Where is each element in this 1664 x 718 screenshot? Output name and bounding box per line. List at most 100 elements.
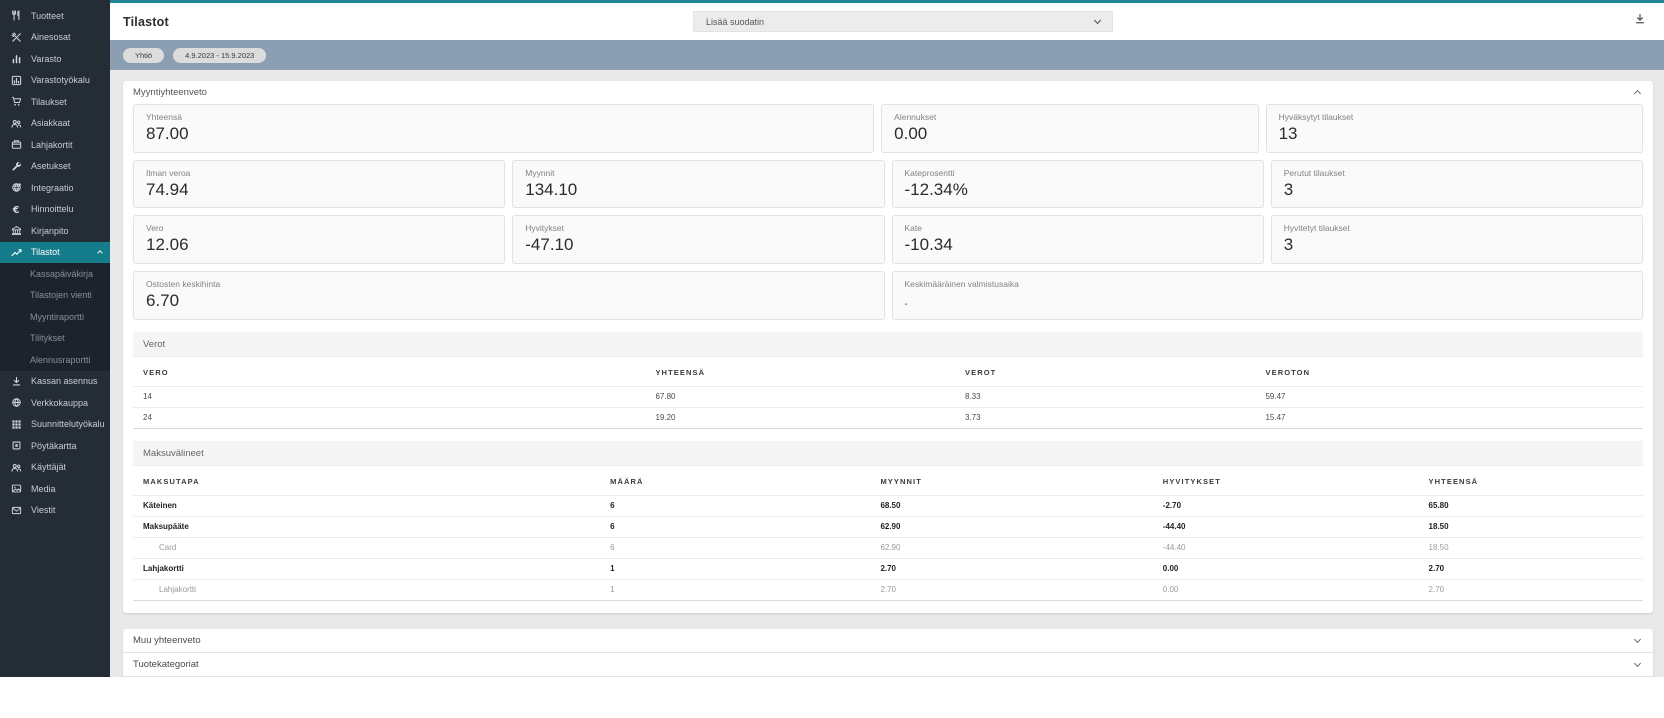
sidebar-item-asiakkaat[interactable]: Asiakkaat: [0, 113, 110, 135]
section-title: Myyntiyhteenveto: [133, 87, 207, 98]
kpi-label: Ostosten keskihinta: [146, 279, 221, 290]
kpi-card-keskimaarainen-valmistusaika: Keskimääräinen valmistusaika -: [891, 271, 1643, 320]
sidebar-item-label: Ainesosat: [31, 32, 71, 43]
filter-chip-company[interactable]: Yhtiö: [123, 47, 165, 63]
sidebar-item-viestit[interactable]: Viestit: [0, 500, 110, 522]
sidebar-subitem-label: Myyntiraportti: [30, 311, 85, 322]
cell: 6: [610, 494, 881, 517]
sidebar-item-ainesosat[interactable]: Ainesosat: [0, 27, 110, 49]
sidebar-item-varastotyokalu[interactable]: Varastotyökalu: [0, 70, 110, 92]
users-icon: [10, 118, 22, 129]
sidebar-item-kirjanpito[interactable]: Kirjanpito: [0, 220, 110, 242]
sidebar-subitem-myyntiraportti[interactable]: Myyntiraportti: [0, 306, 110, 328]
main-area: Tilastot Lisää suodatin Yhtiö 4.9.2023 -…: [110, 0, 1664, 677]
kpi-card-kateprosentti: Kateprosentti -12.34%: [891, 159, 1264, 209]
bar-chart-icon: [10, 53, 22, 64]
filter-chip-daterange[interactable]: 4.9.2023 - 15.9.2023: [173, 47, 267, 63]
sidebar-item-suunnittelutyokalu[interactable]: Suunnittelutyökalu: [0, 414, 110, 436]
sidebar-item-poytakartta[interactable]: Pöytäkartta: [0, 435, 110, 457]
column-header: MYYNNIT: [880, 476, 922, 486]
column-header: VEROT: [965, 367, 997, 377]
section-header-muu-yhteenveto[interactable]: Muu yhteenveto: [123, 628, 1653, 653]
sidebar-subitem-tilastojen-vienti[interactable]: Tilastojen vienti: [0, 285, 110, 307]
cell: 3.73: [965, 406, 1266, 429]
integration-globe-icon: [10, 182, 22, 193]
section-title: Muu yhteenveto: [133, 635, 201, 646]
filter-dropdown[interactable]: Lisää suodatin: [693, 11, 1113, 32]
sidebar-item-label: Varastotyökalu: [31, 75, 90, 86]
sidebar-item-kassan-asennus[interactable]: Kassan asennus: [0, 371, 110, 393]
chevron-up-icon: [97, 250, 103, 257]
wrench-icon: [10, 161, 22, 172]
kpi-card-ilman-veroa: Ilman veroa 74.94: [133, 159, 506, 209]
cell: 2.70: [1428, 557, 1643, 580]
kpi-value: 0.00: [894, 124, 928, 143]
image-icon: [10, 483, 22, 494]
sidebar-subitem-label: Tilitykset: [30, 333, 65, 344]
cell: -44.40: [1162, 515, 1429, 538]
table-row: 14 67.80 8.33 59.47: [133, 385, 1643, 408]
page-title: Tilastot: [123, 14, 169, 29]
kpi-value: 12.06: [146, 235, 189, 255]
section-header-myyntiyhteenveto[interactable]: Myyntiyhteenveto: [133, 81, 1643, 104]
svg-text:€: €: [11, 205, 19, 215]
kpi-value: 3: [1283, 235, 1294, 255]
filter-dropdown-label: Lisää suodatin: [706, 16, 765, 27]
taxes-section-title: Verot: [133, 331, 1643, 357]
kpi-value: 6.70: [146, 291, 180, 311]
sidebar-item-label: Asetukset: [31, 161, 71, 172]
cell: 62.90: [880, 536, 1163, 559]
kpi-label: Alennukset: [894, 112, 937, 122]
cell: 2.70: [880, 578, 1163, 601]
sidebar-subitem-label: Alennusraportti: [30, 354, 91, 365]
sidebar-item-integraatio[interactable]: Integraatio: [0, 177, 110, 199]
sidebar-item-varasto[interactable]: Varasto: [0, 48, 110, 70]
kpi-value: 134.10: [525, 179, 578, 199]
cell: 24: [133, 406, 656, 429]
app-window: Tuotteet Ainesosat Varasto Varastotyökal…: [0, 0, 1664, 677]
cell: 6: [610, 515, 881, 538]
column-header: MAKSUTAPA: [143, 476, 200, 486]
sidebar-item-verkkokauppa[interactable]: Verkkokauppa: [0, 392, 110, 414]
sidebar-subitem-kassapaivakirja[interactable]: Kassapäiväkirja: [0, 263, 110, 285]
cell: Card: [133, 536, 611, 559]
cart-icon: [10, 96, 22, 107]
sidebar-subitem-tilitykset[interactable]: Tilitykset: [0, 328, 110, 350]
column-header: HYVITYKSET: [1162, 476, 1221, 486]
sidebar-item-hinnoittelu[interactable]: € Hinnoittelu: [0, 199, 110, 221]
cell: Käteinen: [133, 494, 611, 517]
kpi-value: -: [904, 299, 908, 311]
sidebar-item-kayttajat[interactable]: Käyttäjät: [0, 457, 110, 479]
sidebar-subitem-label: Tilastojen vienti: [30, 290, 92, 301]
kpi-label: Hyvitetyt tilaukset: [1283, 223, 1350, 234]
page-header: Tilastot Lisää suodatin: [110, 3, 1664, 40]
section-header-tuotekategoriat[interactable]: Tuotekategoriat: [123, 652, 1653, 676]
sidebar-item-media[interactable]: Media: [0, 478, 110, 500]
column-header: VERO: [143, 367, 169, 377]
kpi-value: 87.00: [146, 124, 189, 143]
sidebar-item-label: Pöytäkartta: [31, 440, 77, 451]
active-filters-bar: Yhtiö 4.9.2023 - 15.9.2023: [110, 40, 1664, 70]
column-header: VEROTON: [1265, 367, 1311, 377]
section-header-top-20-tuotteet[interactable]: Top 20-tuotteet: [123, 675, 1653, 677]
download-button[interactable]: [1634, 13, 1646, 28]
sidebar-item-asetukset[interactable]: Asetukset: [0, 156, 110, 178]
table-map-icon: [10, 440, 22, 451]
sidebar-submenu-tilastot: Kassapäiväkirja Tilastojen vienti Myynti…: [0, 263, 110, 371]
sidebar-item-label: Hinnoittelu: [31, 204, 74, 215]
kpi-card-perutut-tilaukset: Perutut tilaukset 3: [1270, 159, 1643, 209]
kpi-grid: Yhteensä 87.00 Alennukset 0.00 Hyväksyty…: [133, 104, 1643, 320]
sidebar-item-tuotteet[interactable]: Tuotteet: [0, 5, 110, 27]
kpi-value: -47.10: [525, 235, 574, 255]
kpi-label: Hyvitykset: [525, 223, 564, 234]
sidebar-item-lahjakortit[interactable]: Lahjakortit: [0, 134, 110, 156]
cell: 1: [610, 578, 881, 601]
cell: 67.80: [655, 385, 965, 408]
sidebar-subitem-alennusraportti[interactable]: Alennusraportti: [0, 349, 110, 371]
kpi-label: Yhteensä: [146, 112, 182, 122]
sidebar-item-tilaukset[interactable]: Tilaukset: [0, 91, 110, 113]
sidebar-item-tilastot[interactable]: Tilastot: [0, 241, 110, 263]
kpi-label: Perutut tilaukset: [1283, 167, 1345, 178]
sidebar-item-label: Käyttäjät: [31, 462, 67, 473]
globe-icon: [10, 397, 22, 408]
